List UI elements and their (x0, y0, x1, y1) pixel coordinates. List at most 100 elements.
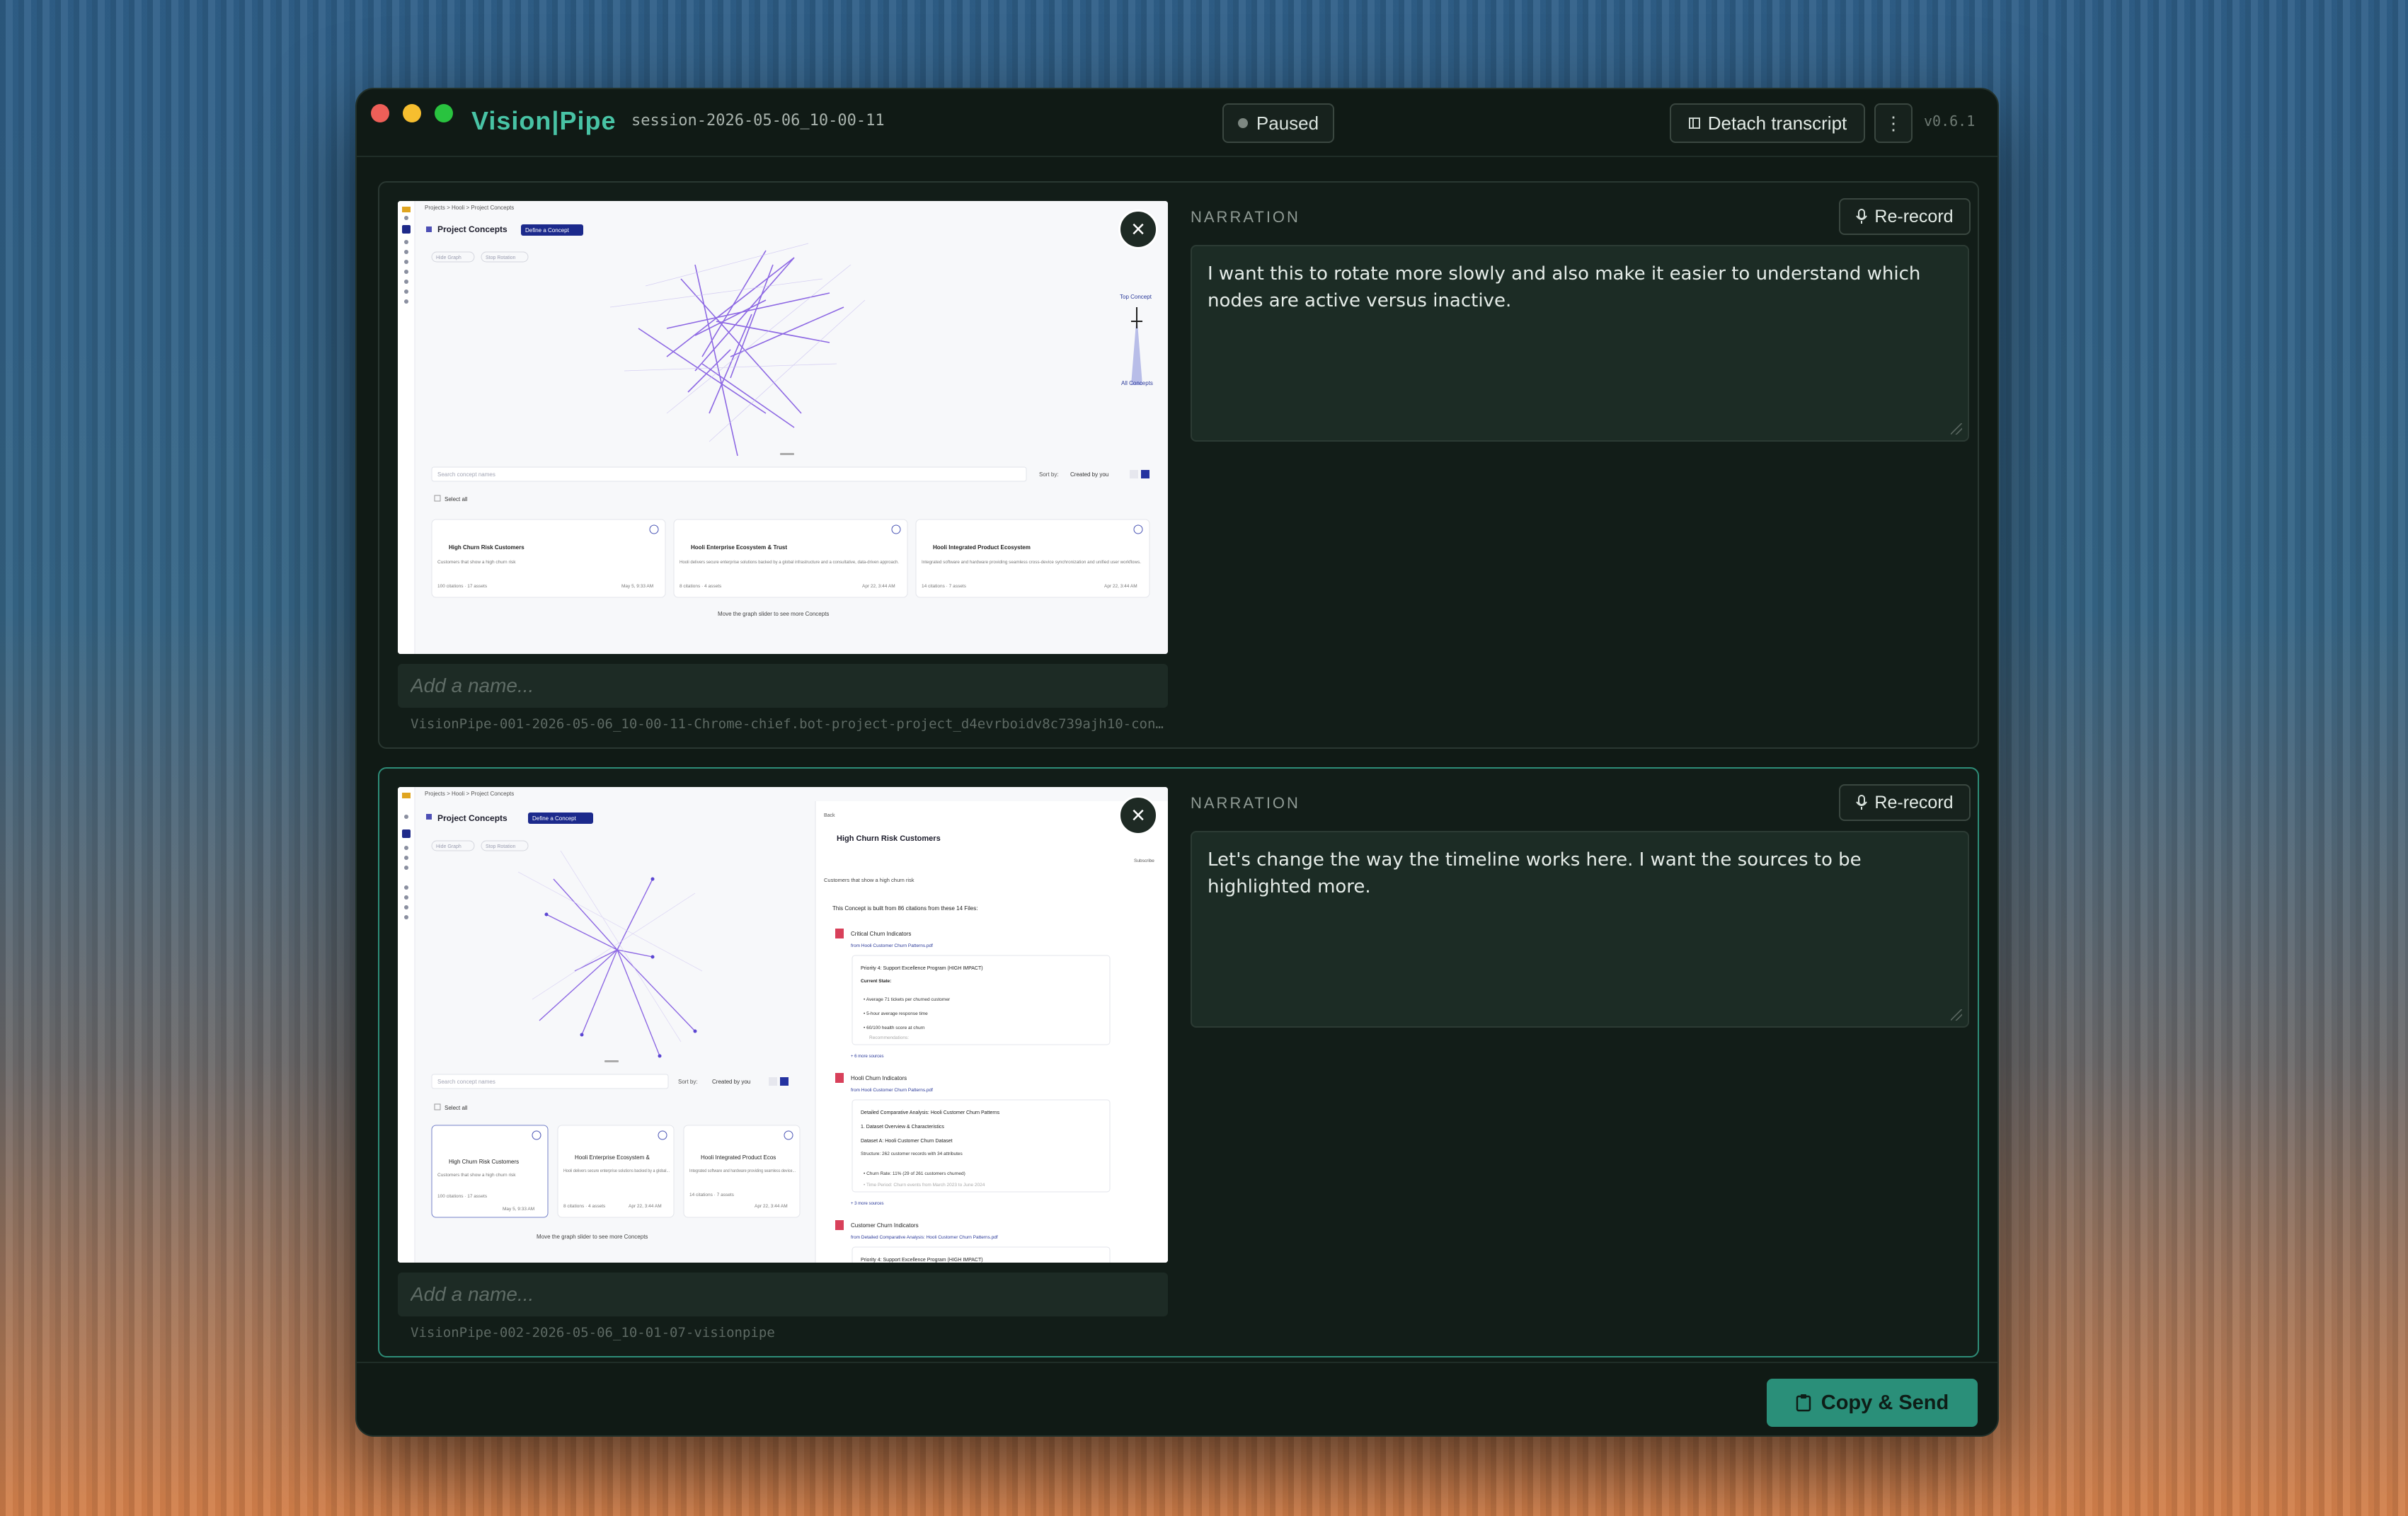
thumb-breadcrumb: Projects > Hooli > Project Concepts (425, 205, 514, 211)
thumb-card-desc: Customers that show a high churn risk (437, 1173, 516, 1178)
thumb-card-title: High Churn Risk Customers (449, 1159, 519, 1165)
thumb-search: Search concept names (437, 1079, 495, 1085)
thumb-slider-hint: Move the graph slider to see more Concep… (718, 611, 829, 617)
close-icon: × (1131, 216, 1145, 243)
thumb-all-concepts: All Concepts (1121, 380, 1153, 386)
thumb-hide-graph: Hide Graph (436, 844, 461, 849)
thumb-source-line: Priority 4: Support Excellence Program (… (861, 966, 983, 971)
thumb-source-line: • Churn Rate: 11% (29 of 261 customers c… (864, 1171, 965, 1176)
thumb-sort-value: Created by you (1070, 471, 1108, 478)
thumb-card: Hooli Enterprise Ecosystem & Hooli deliv… (557, 1125, 675, 1218)
status-dot-icon (1237, 118, 1248, 128)
thumb-source-from: from Detailed Comparative Analysis: Hool… (851, 1235, 998, 1240)
thumb-card-meta: 8 citations · 4 assets (563, 1204, 606, 1209)
thumb-title: Project Concepts (437, 224, 508, 234)
screenshot-thumbnail[interactable]: Projects > Hooli > Project Concepts Proj… (398, 201, 1168, 654)
thumb-breadcrumb: Projects > Hooli > Project Concepts (425, 791, 514, 797)
thumb-source-line: • Time Period: Churn events from March 2… (864, 1183, 985, 1188)
session-id: session-2026-05-06_10-00-11 (631, 112, 885, 130)
thumb-card-desc: Hooli delivers secure enterprise solutio… (680, 560, 899, 565)
rerecord-label: Re-record (1874, 206, 1954, 226)
capture-card: Projects > Hooli > Project Concepts Proj… (378, 181, 1979, 749)
thumb-card-meta: 14 citations · 7 assets (922, 584, 967, 589)
capture-card-active: Projects > Hooli > Project Concepts Proj… (378, 767, 1979, 1357)
title-bar: Vision|Pipe session-2026-05-06_10-00-11 … (357, 89, 1997, 157)
thumb-stop-rotation: Stop Rotation (486, 844, 516, 849)
narration-textarea[interactable]: Let's change the way the timeline works … (1191, 831, 1969, 1028)
screenshot-thumbnail[interactable]: Projects > Hooli > Project Concepts Proj… (398, 787, 1168, 1263)
thumb-source-line: 1. Dataset Overview & Characteristics (861, 1125, 944, 1130)
panel-icon (1688, 117, 1700, 129)
capture-filename: VisionPipe-001-2026-05-06_10-00-11-Chrom… (411, 716, 1168, 732)
thumb-card: High Churn Risk Customers Customers that… (431, 1125, 549, 1218)
thumb-card-title: Hooli Integrated Product Ecos (701, 1154, 776, 1161)
thumb-panel-built-from: This Concept is built from 86 citations … (832, 905, 977, 912)
zoom-window-button[interactable] (435, 104, 453, 122)
thumb-source-line: • 60/100 health score at churn (864, 1026, 925, 1030)
thumb-card: Hooli Enterprise Ecosystem & Trust Hooli… (673, 519, 908, 598)
thumb-hide-graph: Hide Graph (436, 255, 461, 260)
thumb-card-title: Hooli Enterprise Ecosystem & Trust (691, 544, 787, 551)
thumb-slider-hint: Move the graph slider to see more Concep… (537, 1234, 648, 1240)
resize-handle-icon[interactable] (1951, 1009, 1962, 1021)
narration-textarea[interactable]: I want this to rotate more slowly and al… (1191, 245, 1969, 442)
thumb-select-all: Select all (445, 496, 468, 503)
thumb-select-all: Select all (445, 1105, 468, 1111)
thumb-card-desc: Integrated software and hardware providi… (922, 560, 1141, 565)
thumb-source-from: from Hooli Customer Churn Patterns.pdf (851, 943, 933, 948)
rerecord-button[interactable]: Re-record (1839, 784, 1971, 821)
thumb-card-title: Hooli Enterprise Ecosystem & (575, 1154, 650, 1161)
thumbnail-image: Projects > Hooli > Project Concepts Proj… (398, 201, 1168, 654)
thumb-define-btn: Define a Concept (532, 815, 577, 822)
capture-filename: VisionPipe-002-2026-05-06_10-01-07-visio… (411, 1325, 775, 1340)
thumb-card-date: Apr 22, 3:44 AM (1104, 584, 1137, 589)
thumb-card-desc: Hooli delivers secure enterprise solutio… (563, 1168, 670, 1173)
thumb-source-more: + 3 more sources (851, 1202, 884, 1206)
thumb-source-more: + 6 more sources (851, 1055, 884, 1059)
thumb-source-line: Detailed Comparative Analysis: Hooli Cus… (861, 1110, 1000, 1115)
thumb-panel-back: Back (824, 813, 835, 818)
capture-name-input[interactable] (398, 1273, 1168, 1316)
thumb-source-line: Structure: 262 customer records with 34 … (861, 1152, 963, 1156)
thumb-stop-rotation: Stop Rotation (486, 255, 516, 260)
thumb-source-line: • 5-hour average response time (864, 1011, 928, 1016)
thumb-source-line: Dataset A: Hooli Customer Churn Dataset (861, 1139, 953, 1144)
thumb-card-desc: Customers that show a high churn risk (437, 560, 516, 565)
kebab-icon: ⋮ (1884, 112, 1903, 134)
app-brand: Vision|Pipe (471, 106, 617, 135)
thumb-source-line: Priority 4: Support Excellence Program (… (861, 1258, 983, 1263)
remove-capture-button[interactable]: × (1118, 796, 1158, 835)
minimize-window-button[interactable] (403, 104, 421, 122)
capture-name-input[interactable] (398, 664, 1168, 708)
thumb-define-btn: Define a Concept (525, 227, 570, 234)
pause-status-button[interactable]: Paused (1222, 103, 1334, 143)
thumb-sort-value: Created by you (712, 1079, 750, 1085)
more-menu-button[interactable]: ⋮ (1874, 103, 1913, 143)
thumb-card-meta: 14 citations · 7 assets (689, 1193, 735, 1198)
thumb-sort-by: Sort by: (678, 1079, 698, 1085)
thumb-card-date: Apr 22, 3:44 AM (755, 1204, 788, 1209)
detach-transcript-button[interactable]: Detach transcript (1670, 103, 1865, 143)
thumb-card-date: May 5, 9:33 AM (503, 1207, 534, 1212)
close-icon: × (1131, 802, 1145, 829)
thumb-panel-subscribe: Subscribe (1134, 859, 1154, 863)
thumb-card-title: High Churn Risk Customers (449, 544, 524, 551)
thumb-source-from: from Hooli Customer Churn Patterns.pdf (851, 1088, 933, 1093)
close-window-button[interactable] (371, 104, 389, 122)
copy-and-send-button[interactable]: Copy & Send (1767, 1379, 1978, 1427)
thumb-panel-title: High Churn Risk Customers (837, 834, 941, 843)
thumb-card-date: Apr 22, 3:44 AM (862, 584, 895, 589)
thumb-card-meta: 8 citations · 4 assets (680, 584, 722, 589)
resize-handle-icon[interactable] (1951, 423, 1962, 435)
detach-label: Detach transcript (1707, 112, 1847, 134)
thumb-card: Hooli Integrated Product Ecos Integrated… (683, 1125, 801, 1218)
microphone-icon (1856, 795, 1868, 810)
remove-capture-button[interactable]: × (1118, 209, 1158, 249)
thumb-source-line: • Average 71 tickets per churned custome… (864, 997, 951, 1002)
narration-label: NARRATION (1191, 794, 1300, 812)
thumb-card-title: Hooli Integrated Product Ecosystem (933, 544, 1031, 551)
narration-text: I want this to rotate more slowly and al… (1208, 263, 1921, 311)
clipboard-icon (1796, 1394, 1811, 1412)
rerecord-button[interactable]: Re-record (1839, 198, 1971, 235)
footer-bar: Copy & Send (357, 1362, 1997, 1435)
